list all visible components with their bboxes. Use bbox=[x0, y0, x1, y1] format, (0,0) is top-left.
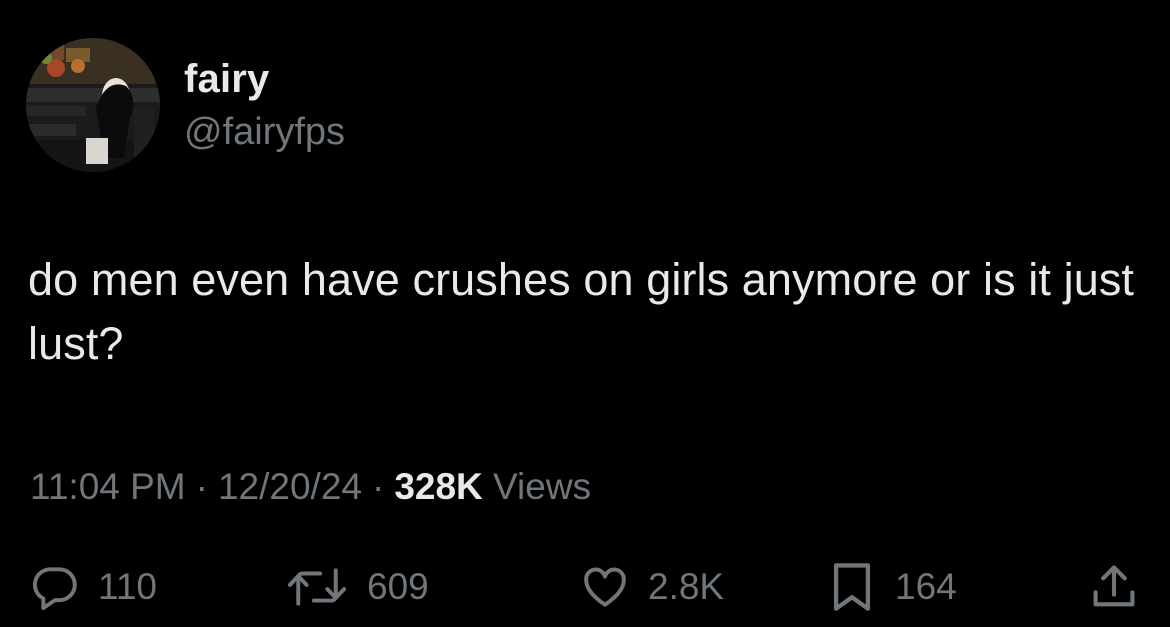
bookmark-count: 164 bbox=[895, 566, 957, 607]
tweet-time[interactable]: 11:04 PM bbox=[30, 466, 186, 507]
meta-separator: · bbox=[371, 466, 385, 507]
author-handle[interactable]: @fairyfps bbox=[184, 108, 345, 156]
like-button[interactable]: 2.8K bbox=[580, 555, 724, 619]
views-count: 328K bbox=[394, 466, 483, 507]
reply-icon bbox=[30, 562, 80, 612]
repost-button[interactable]: 609 bbox=[285, 555, 429, 619]
avatar-image bbox=[26, 38, 160, 172]
share-button[interactable] bbox=[1088, 555, 1140, 619]
like-count: 2.8K bbox=[648, 566, 725, 607]
bookmark-icon bbox=[827, 559, 877, 615]
author-display-name[interactable]: fairy bbox=[184, 50, 345, 108]
tweet-text: do men even have crushes on girls anymor… bbox=[28, 254, 1135, 369]
reply-button[interactable]: 110 bbox=[30, 555, 157, 619]
author-info: fairy @fairyfps bbox=[184, 50, 345, 156]
reply-count: 110 bbox=[98, 566, 157, 607]
share-icon bbox=[1088, 561, 1140, 613]
bookmark-button[interactable]: 164 bbox=[827, 555, 957, 619]
repost-icon bbox=[285, 562, 349, 612]
action-bar: 110 609 2.8K 164 bbox=[0, 555, 1170, 619]
tweet-card: fairy @fairyfps do men even have crushes… bbox=[0, 0, 1170, 627]
like-icon bbox=[580, 562, 630, 612]
avatar[interactable] bbox=[26, 38, 160, 172]
repost-count: 609 bbox=[367, 566, 429, 607]
tweet-meta: 11:04 PM · 12/20/24 · 328K Views bbox=[30, 463, 591, 511]
tweet-date[interactable]: 12/20/24 bbox=[218, 466, 362, 507]
views-label: Views bbox=[493, 466, 592, 507]
meta-separator: · bbox=[195, 466, 208, 507]
